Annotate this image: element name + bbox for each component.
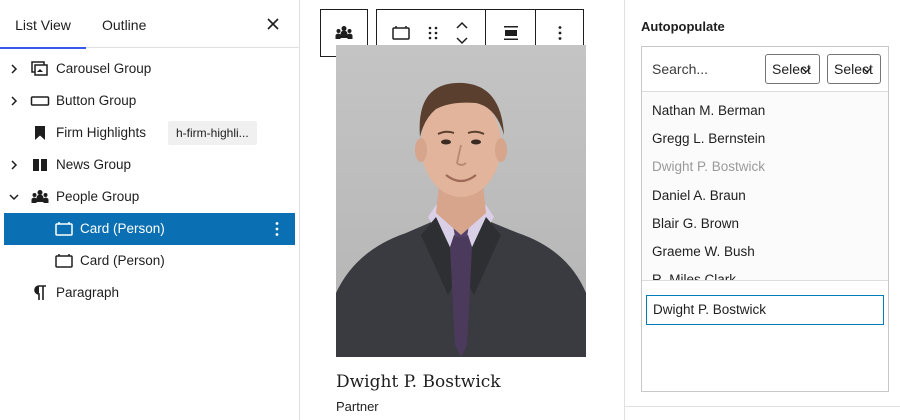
select-button-label: Select — [772, 61, 811, 77]
search-input[interactable] — [644, 49, 760, 89]
columns-icon — [30, 155, 50, 175]
tree-item-card-person-selected[interactable]: Card (Person) — [4, 213, 295, 245]
tree-item-label: Paragraph — [56, 285, 120, 300]
tree-item-carousel-group[interactable]: Carousel Group — [4, 53, 295, 85]
card-icon — [54, 219, 74, 239]
card-icon — [391, 23, 411, 43]
panel-tabs: List View Outline — [0, 0, 299, 49]
people-icon — [334, 23, 354, 43]
chevron-right-icon[interactable] — [8, 159, 20, 171]
tree-item-people-group[interactable]: People Group — [4, 181, 295, 213]
carousel-icon — [30, 59, 50, 79]
list-item[interactable]: R. Miles Clark — [652, 269, 736, 280]
person-photo[interactable] — [336, 45, 586, 357]
tab-outline[interactable]: Outline — [102, 0, 146, 48]
card-icon — [54, 251, 74, 271]
list-item[interactable]: Gregg L. Bernstein — [652, 128, 765, 150]
autopopulate-title: Autopopulate — [641, 19, 725, 34]
close-icon[interactable] — [263, 14, 283, 34]
list-item-disabled: Dwight P. Bostwick — [652, 159, 766, 174]
chevron-right-icon[interactable] — [8, 63, 20, 75]
tree-item-label: Card (Person) — [80, 221, 165, 236]
panel-divider — [625, 406, 900, 407]
chevron-down-icon[interactable] — [8, 191, 20, 203]
tree-item-label: Carousel Group — [56, 61, 152, 76]
list-item[interactable]: Graeme W. Bush — [652, 241, 755, 263]
portrait-image — [336, 45, 586, 357]
tree-item-button-group[interactable]: Button Group — [4, 85, 295, 117]
autopopulate-box: Select Select Nathan M. Berman Gregg L. … — [641, 46, 889, 392]
paragraph-icon — [30, 283, 50, 303]
select-button-1[interactable]: Select — [765, 54, 820, 84]
tree-item-label: Firm Highlights — [56, 125, 147, 140]
selected-item[interactable]: Dwight P. Bostwick — [646, 295, 884, 325]
align-icon — [501, 23, 521, 43]
select-button-2[interactable]: Select — [827, 54, 881, 84]
list-item[interactable]: Daniel A. Braun — [652, 185, 746, 207]
chevron-right-icon[interactable] — [8, 95, 20, 107]
drag-handle-icon — [427, 23, 439, 43]
more-options-icon — [550, 23, 570, 43]
list-view-panel: List View Outline Carousel Group Button … — [0, 0, 300, 420]
tree-item-card-person[interactable]: Card (Person) — [4, 245, 295, 277]
person-name[interactable]: Dwight P. Bostwick — [336, 372, 501, 392]
list-item[interactable]: Blair G. Brown — [652, 213, 739, 235]
list-item[interactable]: Nathan M. Berman — [652, 100, 765, 122]
tab-list-view[interactable]: List View — [0, 0, 86, 49]
tree-item-paragraph[interactable]: Paragraph — [4, 277, 295, 309]
tree-item-label: News Group — [56, 157, 132, 172]
tree-item-label: Card (Person) — [80, 253, 165, 268]
people-icon — [30, 187, 50, 207]
button-icon — [30, 91, 50, 111]
person-title[interactable]: Partner — [336, 399, 379, 414]
settings-panel: Autopopulate Select Select Nathan M. Ber… — [624, 0, 900, 420]
people-list[interactable]: Nathan M. Berman Gregg L. Bernstein Dwig… — [642, 91, 888, 281]
bookmark-icon — [30, 123, 50, 143]
select-button-label: Select — [834, 61, 873, 77]
more-options-icon[interactable] — [267, 219, 287, 239]
tree-item-label: Button Group — [56, 93, 137, 108]
anchor-badge: h-firm-highli... — [168, 121, 257, 145]
move-up-down-icon — [455, 18, 469, 48]
tree-item-label: People Group — [56, 189, 140, 204]
tree-item-news-group[interactable]: News Group — [4, 149, 295, 181]
